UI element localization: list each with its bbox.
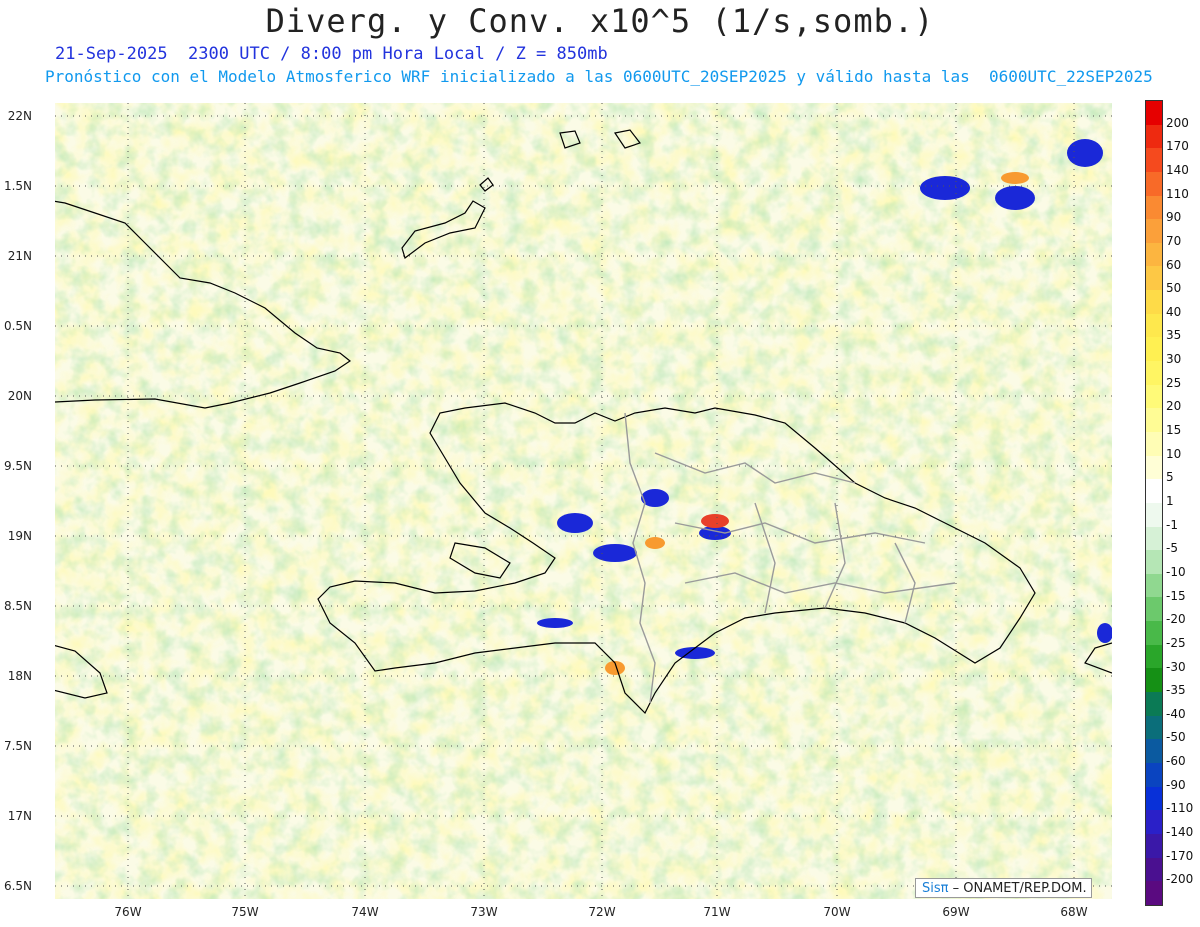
lon-label-76w: 76W: [114, 905, 142, 919]
colorbar-swatch: [1146, 408, 1162, 432]
lon-label-74w: 74W: [351, 905, 379, 919]
colorbar-swatch: [1146, 101, 1162, 125]
lat-label-18n: 18N: [7, 669, 32, 683]
colorbar-label: -50: [1166, 730, 1186, 745]
colorbar-label: -140: [1166, 825, 1194, 840]
colorbar-swatch: [1146, 502, 1162, 527]
colorbar-label: 20: [1166, 399, 1182, 414]
colorbar-label: -90: [1166, 777, 1186, 792]
subtitle-time: 21-Sep-2025 2300 UTC / 8:00 pm Hora Loca…: [55, 44, 608, 64]
lat-label-19-5n: 9.5N: [3, 459, 32, 473]
chart-title: Diverg. y Conv. x10^5 (1/s,somb.): [265, 2, 935, 40]
colorbar-swatch: [1146, 242, 1162, 267]
colorbar-swatch: [1146, 195, 1162, 220]
colorbar-label: 25: [1166, 375, 1182, 390]
colorbar-label: 50: [1166, 281, 1182, 296]
colorbar-label: -40: [1166, 706, 1186, 721]
colorbar-swatch: [1146, 715, 1162, 740]
lat-label-18-5n: 8.5N: [3, 599, 32, 613]
colorbar-label: -5: [1166, 541, 1178, 556]
colorbar-swatch: [1146, 692, 1162, 716]
lat-label-17-5n: 7.5N: [3, 739, 32, 753]
lat-label-19n: 19N: [7, 529, 32, 543]
credit-text: – ONAMET/REP.DOM.: [952, 881, 1087, 896]
colorbar-swatch: [1146, 361, 1162, 385]
colorbar-swatch: [1146, 573, 1162, 598]
colorbar-label: 140: [1166, 162, 1189, 177]
lat-label-20-5n: 0.5N: [3, 319, 32, 333]
colorbar-label: -20: [1166, 612, 1186, 627]
colorbar-label: 90: [1166, 210, 1182, 225]
colorbar-label: 200: [1166, 115, 1189, 130]
lat-label-20n: 20N: [7, 389, 32, 403]
colorbar-swatch: [1146, 881, 1162, 905]
colorbar-label: 30: [1166, 352, 1182, 367]
colorbar-label: 40: [1166, 304, 1182, 319]
colorbar-label: 60: [1166, 257, 1182, 272]
colorbar-swatch: [1146, 266, 1162, 291]
colorbar-label: -25: [1166, 635, 1186, 650]
colorbar-swatch: [1146, 621, 1162, 645]
colorbar-label: 110: [1166, 186, 1189, 201]
colorbar-swatch: [1146, 597, 1162, 622]
colorbar-label: 1: [1166, 494, 1174, 508]
colorbar-swatch: [1146, 668, 1162, 693]
sispi-logo: Sisπ: [922, 881, 949, 896]
lat-label-21n: 21N: [7, 249, 32, 263]
lat-label-22n: 22N: [7, 109, 32, 123]
colorbar-label: 15: [1166, 423, 1182, 438]
colorbar-label: 70: [1166, 233, 1182, 248]
lat-label-21-5n: 1.5N: [3, 179, 32, 193]
colorbar-swatch: [1146, 857, 1162, 882]
colorbar-label: -10: [1166, 564, 1186, 579]
colorbar-swatch: [1146, 644, 1162, 669]
divergence-map: [55, 103, 1112, 899]
lon-label-73w: 73W: [470, 905, 498, 919]
colorbar-swatch: [1146, 526, 1162, 551]
lon-label-71w: 71W: [703, 905, 731, 919]
colorbar-label: -1: [1166, 517, 1178, 532]
colorbar-label: -170: [1166, 848, 1194, 863]
colorbar-swatch: [1146, 762, 1162, 787]
colorbar-label: -15: [1166, 588, 1186, 603]
colorbar-swatch: [1146, 786, 1162, 811]
colorbar-swatch: [1146, 431, 1162, 456]
lon-label-69w: 69W: [942, 905, 970, 919]
colorbar-swatch: [1146, 337, 1162, 362]
colorbar-swatch: [1146, 739, 1162, 763]
convergence-shading: [55, 103, 1112, 899]
colorbar-label: -60: [1166, 754, 1186, 769]
lon-label-72w: 72W: [588, 905, 616, 919]
colorbar-swatch: [1146, 219, 1162, 243]
lon-label-68w: 68W: [1060, 905, 1088, 919]
colorbar-swatch: [1146, 550, 1162, 574]
colorbar-swatch: [1146, 455, 1162, 480]
colorbar-swatch: [1146, 171, 1162, 196]
colorbar-swatch: [1146, 384, 1162, 409]
colorbar-label: -30: [1166, 659, 1186, 674]
subtitle-model: Pronóstico con el Modelo Atmosferico WRF…: [45, 67, 1153, 86]
colorbar-label: -110: [1166, 801, 1194, 816]
colorbar-label: 170: [1166, 139, 1189, 154]
colorbar: [1145, 100, 1163, 906]
colorbar-swatch: [1146, 124, 1162, 149]
credit-box: Sisπ – ONAMET/REP.DOM.: [915, 878, 1092, 898]
colorbar-swatch: [1146, 290, 1162, 314]
colorbar-label: 5: [1166, 470, 1174, 485]
lon-label-70w: 70W: [823, 905, 851, 919]
colorbar-label: 35: [1166, 328, 1182, 343]
colorbar-swatch: [1146, 833, 1162, 858]
colorbar-label: 10: [1166, 446, 1182, 461]
colorbar-swatch: [1146, 148, 1162, 172]
colorbar-label: -35: [1166, 683, 1186, 698]
lat-label-16-5n: 6.5N: [3, 879, 32, 893]
colorbar-swatch: [1146, 810, 1162, 834]
lon-label-75w: 75W: [231, 905, 259, 919]
lat-label-17n: 17N: [7, 809, 32, 823]
colorbar-swatch: [1146, 479, 1162, 503]
colorbar-swatch: [1146, 313, 1162, 338]
colorbar-label: -200: [1166, 872, 1194, 887]
